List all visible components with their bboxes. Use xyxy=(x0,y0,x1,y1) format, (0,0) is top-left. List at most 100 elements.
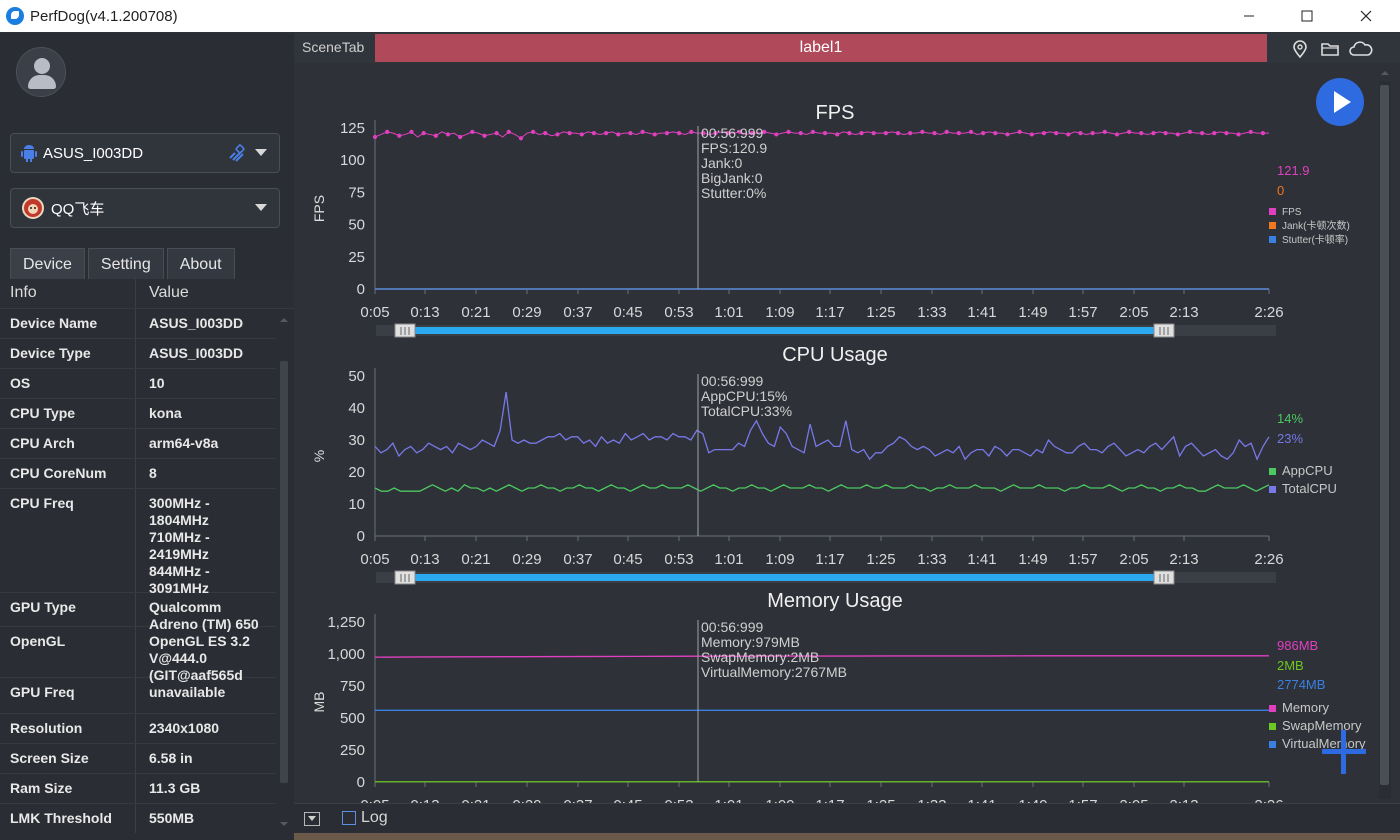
data-point xyxy=(895,131,901,136)
dropdown-toggle[interactable] xyxy=(304,812,320,826)
maximize-button[interactable] xyxy=(1278,0,1336,32)
top-icons xyxy=(1284,33,1400,63)
device-select[interactable]: ASUS_I003DD xyxy=(10,133,280,173)
x-tick-label: 0:45 xyxy=(613,304,642,321)
info-value: 300MHz -1804MHz 710MHz -2419MHz 844MHz -30… xyxy=(149,495,210,596)
x-tick-label: 2:05 xyxy=(1119,304,1148,321)
scroll-up-icon xyxy=(1381,71,1389,75)
tab-about[interactable]: About xyxy=(166,248,235,280)
data-point xyxy=(1054,131,1059,136)
x-tick-label: 1:49 xyxy=(1018,551,1047,568)
info-key: CPU Freq xyxy=(10,495,74,511)
info-value: OpenGL ES 3.2 V@444.0 (GIT@aaf565d xyxy=(149,633,250,683)
data-point xyxy=(1127,129,1132,134)
wifi-link-icon[interactable] xyxy=(227,144,245,162)
x-tick-label: 0:05 xyxy=(360,551,389,568)
info-value: 6.58 in xyxy=(149,750,193,766)
data-point xyxy=(1017,129,1022,134)
info-value: ASUS_I003DD xyxy=(149,315,244,331)
minimize-button[interactable] xyxy=(1220,0,1278,32)
data-point xyxy=(1224,131,1229,136)
app-select-label: QQ飞车 xyxy=(51,200,105,218)
data-point xyxy=(1066,132,1071,137)
data-point xyxy=(1248,129,1253,134)
chevron-down-icon xyxy=(255,204,267,211)
data-point xyxy=(676,131,682,136)
app-select[interactable]: QQ飞车 xyxy=(10,188,280,228)
x-tick-label: 0:13 xyxy=(410,304,439,321)
tab-device[interactable]: Device xyxy=(10,248,85,280)
data-point xyxy=(847,131,852,136)
data-point xyxy=(968,129,974,134)
cursor-tooltip-line: Memory:979MB xyxy=(701,634,800,650)
y-tick-label: 75 xyxy=(348,184,365,201)
main-scrollbar[interactable] xyxy=(1379,71,1391,809)
info-key: OpenGL xyxy=(10,633,66,649)
cursor-tooltip-line: TotalCPU:33% xyxy=(701,403,792,419)
data-point xyxy=(445,132,451,137)
tab-setting[interactable]: Setting xyxy=(87,248,164,280)
chart-title: CPU Usage xyxy=(782,344,888,366)
log-checkbox[interactable] xyxy=(342,811,356,825)
app-logo-icon xyxy=(6,7,24,25)
info-row: CPU Freq 300MHz -1804MHz 710MHz -2419MHz 84… xyxy=(0,489,276,596)
avatar[interactable] xyxy=(16,47,66,97)
add-chart-button[interactable] xyxy=(1322,730,1366,774)
info-value: 550MB xyxy=(149,810,195,826)
data-point xyxy=(458,134,463,140)
info-key: LMK Threshold xyxy=(10,810,112,826)
legend-label: FPS xyxy=(1282,207,1302,218)
info-key: Device Type xyxy=(10,345,91,361)
series-value-label: 121.9 xyxy=(1277,163,1310,178)
cursor-tooltip-line: Jank:0 xyxy=(701,155,742,171)
y-tick-label: 0 xyxy=(357,774,365,791)
y-tick-label: 40 xyxy=(348,400,365,417)
folder-icon[interactable] xyxy=(1320,39,1340,59)
scene-tab[interactable]: SceneTab xyxy=(294,33,374,63)
x-tick-label: 1:09 xyxy=(765,551,794,568)
x-tick-label: 1:49 xyxy=(1018,304,1047,321)
info-key: Screen Size xyxy=(10,750,89,766)
info-value: arm64-v8a xyxy=(149,435,219,451)
x-tick-label: 0:29 xyxy=(512,551,541,568)
data-point xyxy=(397,133,402,138)
chart-panel: FPS FPS 0 25 50 75 100 125 0:05 0:13 0:21 0:29 0:37 0… xyxy=(311,102,1350,338)
sidebar-scrollbar[interactable] xyxy=(279,311,289,831)
data-point xyxy=(531,129,536,134)
y-tick-label: 750 xyxy=(340,678,365,695)
info-value: kona xyxy=(149,405,182,421)
info-value: 10 xyxy=(149,375,165,391)
sidebar: ASUS_I003DD QQ飞车 Device Setting About In… xyxy=(0,33,294,840)
legend-swatch xyxy=(1269,468,1276,475)
data-point xyxy=(944,129,949,134)
info-row: OS 10 xyxy=(0,369,276,399)
info-key: GPU Type xyxy=(10,599,76,615)
data-point xyxy=(409,129,414,134)
cloud-icon[interactable] xyxy=(1348,39,1374,59)
y-tick-label: 20 xyxy=(348,464,365,481)
bottom-bar: Log xyxy=(294,803,1400,833)
y-axis-label: FPS xyxy=(311,195,327,222)
play-button[interactable] xyxy=(1316,78,1364,126)
x-tick-label: 0:37 xyxy=(563,551,592,568)
data-point xyxy=(494,131,499,136)
scene-label[interactable]: label1 xyxy=(375,34,1267,62)
data-point xyxy=(1200,131,1205,136)
close-button[interactable] xyxy=(1337,0,1395,32)
series-line xyxy=(374,655,1269,658)
location-icon[interactable] xyxy=(1290,39,1310,59)
info-value: unavailable xyxy=(149,684,226,700)
x-tick-label: 0:53 xyxy=(664,551,693,568)
y-tick-label: 10 xyxy=(348,496,365,513)
data-point xyxy=(981,131,986,136)
info-value: 8 xyxy=(149,465,157,481)
data-point xyxy=(1236,132,1241,137)
data-point xyxy=(470,129,475,134)
data-point xyxy=(920,129,925,134)
info-row: CPU Arch arm64-v8a xyxy=(0,429,276,459)
x-tick-label: 1:17 xyxy=(815,304,844,321)
data-point xyxy=(1114,132,1120,137)
y-tick-label: 100 xyxy=(340,152,365,169)
data-point xyxy=(1151,131,1156,136)
series-value-label: 986MB xyxy=(1277,638,1318,653)
